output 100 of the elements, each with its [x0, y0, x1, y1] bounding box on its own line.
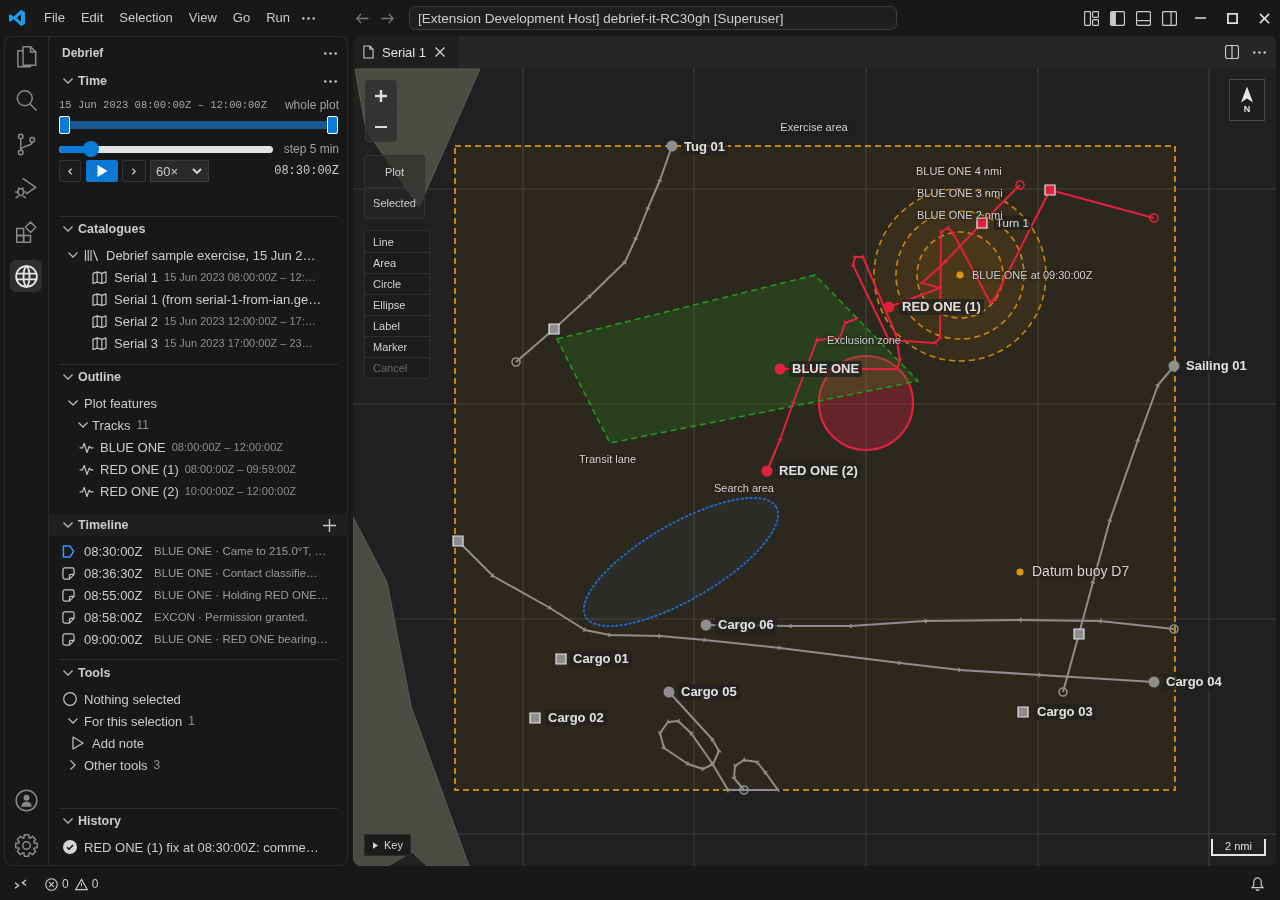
tree-item[interactable]: Serial 3	[114, 335, 159, 351]
tree-item[interactable]: For this selection	[84, 713, 183, 729]
more-icon[interactable]	[302, 16, 315, 20]
section-header[interactable]: Outline	[49, 366, 122, 388]
menu-item[interactable]: View	[180, 6, 225, 30]
sidebar-right-icon[interactable]	[1161, 10, 1177, 26]
add-icon[interactable]	[323, 518, 336, 532]
draw-tool-button[interactable]: Area	[365, 252, 429, 273]
tree-item[interactable]: Serial 1 (from serial-1-from-ian.ge…	[114, 291, 322, 307]
menu-item[interactable]: File	[36, 6, 73, 30]
tree-item[interactable]: Serial 2	[114, 313, 159, 329]
draw-tool-button[interactable]: Line	[365, 231, 429, 252]
menu-item[interactable]: Go	[224, 6, 259, 30]
settings-icon[interactable]	[14, 833, 38, 857]
editor-tab[interactable]: Serial 1	[353, 36, 458, 68]
track-label: Tug 01	[681, 138, 728, 156]
previous-button[interactable]	[59, 160, 81, 182]
entry-time[interactable]: 08:55:00Z	[84, 587, 154, 603]
menu-item[interactable]: Edit	[72, 6, 112, 30]
entry-time[interactable]: 09:00:00Z	[84, 631, 154, 647]
menu-item[interactable]: Selection	[111, 6, 181, 30]
more-icon[interactable]	[324, 79, 337, 83]
split-editor-icon[interactable]	[1225, 45, 1239, 59]
tree-item[interactable]: Debrief sample exercise, 15 Jun 2…	[106, 247, 316, 263]
track-label: BLUE ONE	[789, 360, 863, 378]
tree-item[interactable]: Serial 1	[114, 269, 159, 285]
entry-time[interactable]: 08:36:30Z	[84, 565, 154, 581]
extensions-icon	[14, 220, 38, 244]
item-detail: 10:00:00Z – 12:00:00Z	[184, 485, 297, 497]
pulse-icon	[79, 485, 94, 497]
tree-item[interactable]: Tracks	[92, 417, 131, 433]
range-handle[interactable]	[327, 116, 338, 134]
play-icon	[96, 165, 108, 177]
layout-grid-icon[interactable]	[1083, 10, 1099, 26]
section-header[interactable]: Catalogues	[49, 218, 146, 240]
speed-select[interactable]: 60×	[150, 160, 209, 182]
activity-bar-item[interactable]	[10, 260, 42, 292]
section-header[interactable]: Tools	[49, 662, 111, 684]
menu-item[interactable]: Run	[258, 6, 298, 30]
track-label: RED ONE (2)	[776, 462, 861, 480]
forward-arrow-icon[interactable]	[381, 12, 394, 24]
view-button[interactable]: Plot	[365, 156, 424, 187]
ring-label: BLUE ONE 4 nmi	[916, 165, 1002, 179]
warning-icon[interactable]	[74, 877, 88, 891]
more-icon[interactable]	[324, 51, 337, 55]
draw-tool-button[interactable]: Circle	[365, 273, 429, 294]
tree-item[interactable]: BLUE ONE	[100, 439, 166, 455]
item-detail: 08:00:00Z – 12:00:00Z	[171, 441, 284, 453]
item-detail: 15 Jun 2023 08:00:00Z – 12:…	[164, 271, 316, 283]
range-caption: whole plot	[284, 98, 339, 112]
tree-item[interactable]: RED ONE (1)	[100, 461, 179, 477]
map-icon	[92, 292, 107, 306]
chevron-left-icon	[68, 167, 72, 175]
maximize-icon[interactable]	[1226, 12, 1238, 24]
more-icon[interactable]	[1253, 50, 1266, 54]
library-icon	[84, 248, 99, 262]
account-icon[interactable]	[14, 788, 38, 812]
key-button[interactable]: Key	[364, 834, 411, 856]
close-icon[interactable]	[435, 47, 445, 57]
item-detail: 15 Jun 2023 17:00:00Z – 23…	[164, 337, 313, 349]
draw-tool-button[interactable]: Ellipse	[365, 294, 429, 315]
tree-item[interactable]: Plot features	[84, 395, 157, 411]
back-arrow-icon[interactable]	[356, 12, 369, 24]
error-icon[interactable]	[45, 877, 58, 891]
bell-icon[interactable]	[1251, 877, 1264, 891]
section-header[interactable]: Time	[49, 70, 107, 92]
track-label: Cargo 01	[570, 650, 632, 668]
item-detail: 08:00:00Z – 09:59:00Z	[184, 463, 297, 475]
remote-icon[interactable]	[14, 878, 27, 890]
section-header[interactable]: History	[49, 810, 122, 832]
entry-time[interactable]: 08:30:00Z	[84, 543, 154, 559]
item-count: 3	[153, 758, 161, 772]
error-count[interactable]: 0	[62, 877, 69, 891]
view-button[interactable]: Selected	[365, 187, 424, 218]
north-arrow-icon	[1241, 86, 1253, 103]
item-count: 1	[188, 714, 195, 728]
close-icon[interactable]	[1258, 12, 1270, 24]
map-icon	[92, 270, 107, 284]
circle-icon	[63, 692, 77, 706]
north-label: N	[1243, 104, 1251, 114]
item-count: 11	[136, 418, 149, 432]
tool-item[interactable]: Add note	[92, 735, 145, 751]
area-label: Search area	[714, 482, 774, 496]
next-button[interactable]	[122, 160, 146, 182]
draw-tool-button[interactable]: Marker	[365, 336, 429, 357]
tree-item[interactable]: RED ONE (2)	[100, 483, 179, 499]
history-entry[interactable]: RED ONE (1) fix at 08:30:00Z: comme…	[84, 839, 319, 855]
warning-count[interactable]: 0	[91, 877, 99, 891]
sidebar-left-icon[interactable]	[1109, 10, 1125, 26]
play-button[interactable]	[86, 160, 118, 182]
draw-tool-button[interactable]: Label	[365, 315, 429, 336]
command-center[interactable]: [Extension Development Host] debrief-it-RC30gh [Superuser]	[409, 6, 897, 30]
tree-item[interactable]: Other tools	[84, 757, 148, 773]
chevron-right-icon	[132, 167, 136, 175]
entry-time[interactable]: 08:58:00Z	[84, 609, 154, 625]
range-handle[interactable]	[59, 116, 70, 134]
entry-text: EXCON · Permission granted.	[154, 611, 308, 623]
minimize-icon[interactable]	[1194, 17, 1206, 19]
panel-bottom-icon[interactable]	[1135, 10, 1151, 26]
track-label: RED ONE (1)	[899, 298, 984, 316]
